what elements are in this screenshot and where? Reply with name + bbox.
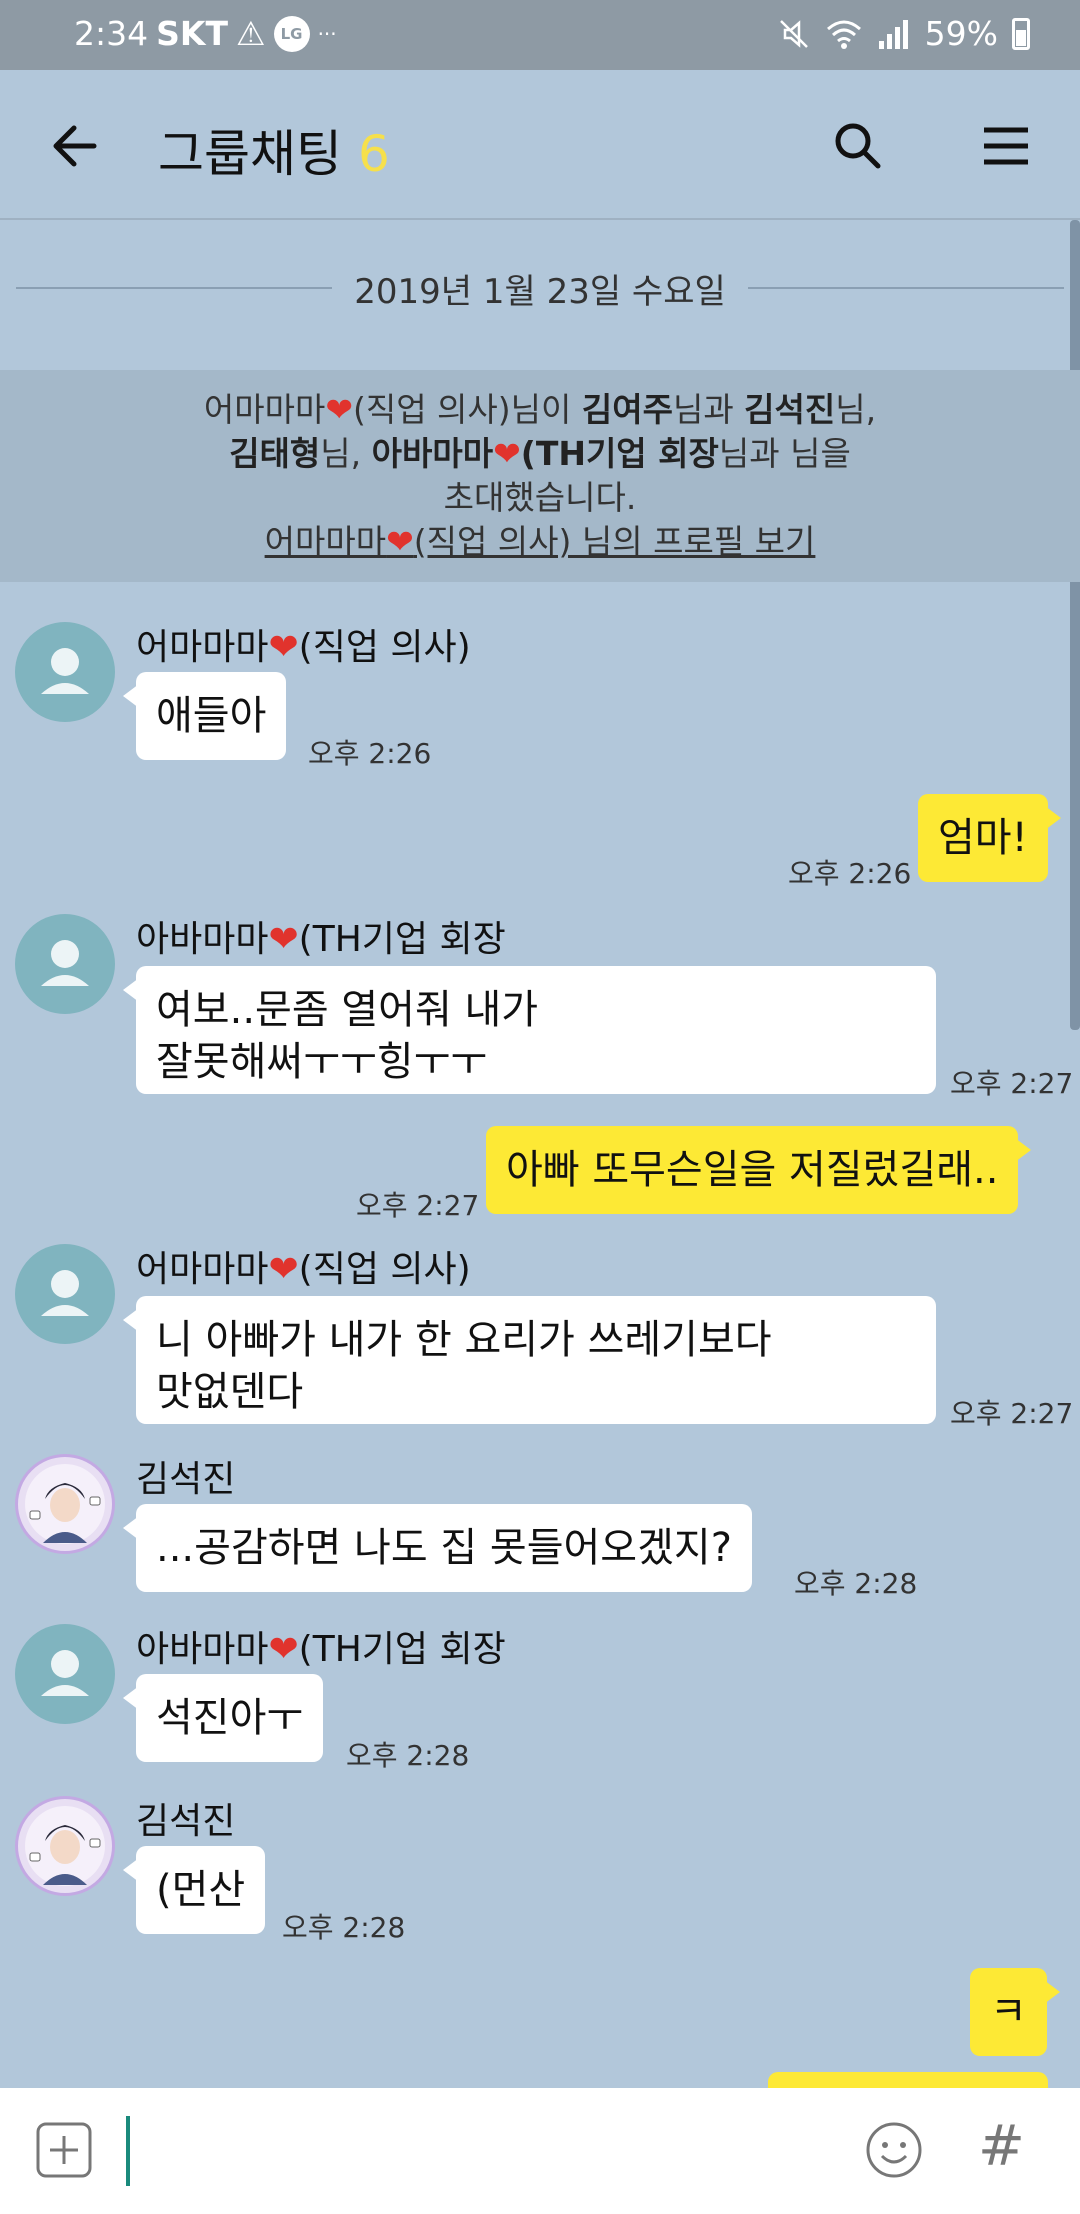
status-carrier: SKT [156, 14, 228, 53]
alert-icon: ⚠ [235, 14, 266, 53]
message-bubble[interactable]: 여보..문좀 열어줘 내가 잘못해써ㅜㅜ힝ㅜㅜ [123, 966, 936, 1094]
message-line: 맛없덴다 [156, 1369, 304, 1415]
plus-icon[interactable] [34, 2120, 94, 2180]
status-bar: 2:34 SKT ⚠ LG ··· 59% [0, 0, 1080, 70]
sender-name: 아바마마❤(TH기업 회장 [136, 919, 506, 960]
battery-icon [1012, 17, 1030, 50]
sender-name: 김석진 [136, 1801, 236, 1842]
date-label: 2019년 1월 23일 수요일 [354, 271, 726, 312]
scrollbar[interactable] [1070, 220, 1080, 1030]
message-time: 오후 2:28 [346, 1739, 470, 1772]
wifi-icon [826, 20, 861, 49]
chat-header: 그룹채팅 6 [0, 70, 1080, 220]
message-bubble[interactable]: ...공감하면 나도 집 못들어오겠지? [123, 1504, 752, 1592]
default-avatar-icon[interactable] [15, 622, 115, 722]
notice-text: 님과 님을 [718, 434, 851, 473]
heart-icon: ❤ [493, 434, 521, 473]
message-bubble[interactable]: 애들아 [122, 672, 287, 760]
default-avatar-icon[interactable] [15, 1624, 115, 1724]
message-time: 오후 2:28 [282, 1911, 406, 1944]
my-message-bubble[interactable]: 아빠 또무슨일을 저질렀길래.. [486, 1126, 1032, 1214]
more-notifications-icon: ··· [317, 21, 337, 46]
notice-line-2: 김태형님, 아바마마❤(TH기업 회장님과 님을 [0, 432, 1080, 476]
sender-name: 어마마마❤(직업 의사) [136, 1249, 471, 1290]
inviter-name: 어마마마 [203, 390, 326, 429]
emoji-icon[interactable] [862, 2118, 926, 2182]
link-text: 어마마마 [264, 522, 387, 561]
default-avatar-icon[interactable] [15, 914, 115, 1014]
message-line: 잘못해써ㅜㅜ힝ㅜㅜ [156, 1039, 488, 1085]
mute-icon [779, 19, 808, 48]
status-time: 2:34 [74, 14, 149, 53]
heart-icon: ❤ [268, 627, 299, 668]
sender-name: 아바마마❤(TH기업 회장 [136, 1629, 506, 1670]
hash-icon[interactable]: # [978, 2114, 1025, 2179]
invitee-name: 김태형 [229, 434, 321, 473]
text-cursor [126, 2116, 130, 2186]
message-time: 오후 2:28 [794, 1567, 918, 1600]
signal-icon [878, 19, 908, 49]
heart-icon: ❤ [325, 390, 353, 429]
message-input[interactable] [132, 2116, 832, 2186]
menu-icon[interactable] [974, 114, 1038, 178]
notice-line-1: 어마마마❤(직업 의사)님이 김여주님과 김석진님, [0, 388, 1080, 432]
heart-icon: ❤ [386, 522, 414, 561]
battery-percent: 59% [924, 14, 998, 53]
message-time: 오후 2:27 [950, 1397, 1074, 1430]
view-profile-link[interactable]: 어마마마❤(직업 의사) 님의 프로필 보기 [0, 520, 1080, 564]
sender-name: 어마마마❤(직업 의사) [136, 627, 471, 668]
divider-line [16, 287, 333, 289]
chat-title-text: 그룹채팅 [158, 125, 342, 183]
invitee-name: 김석진 [744, 390, 836, 429]
notice-text: 님, [835, 390, 877, 429]
message-time: 오후 2:26 [788, 857, 912, 890]
input-bar: # [0, 2088, 1080, 2214]
link-text: (직업 의사) 님의 프로필 보기 [413, 522, 816, 561]
my-message-bubble[interactable]: 엄마! [918, 794, 1061, 882]
sender-name: 김석진 [136, 1459, 236, 1500]
back-arrow-icon[interactable] [44, 114, 108, 178]
profile-photo-icon[interactable] [15, 1796, 115, 1896]
chat-title: 그룹채팅 6 [158, 114, 390, 186]
invitee-name: 김여주 [581, 390, 673, 429]
message-line: 니 아빠가 내가 한 요리가 쓰레기보다 [156, 1317, 772, 1363]
heart-icon: ❤ [268, 919, 299, 960]
heart-icon: ❤ [268, 1249, 299, 1290]
date-divider: 2019년 1월 23일 수요일 [16, 264, 1064, 312]
message-bubble[interactable]: 석진아ㅜ [122, 1674, 324, 1762]
notice-text: 님, [320, 434, 372, 473]
invitee-name: (TH기업 회장 [520, 434, 719, 473]
search-icon[interactable] [826, 114, 890, 178]
system-notice: 어마마마❤(직업 의사)님이 김여주님과 김석진님, 김태형님, 아바마마❤(T… [0, 370, 1080, 582]
message-bubble[interactable]: 니 아빠가 내가 한 요리가 쓰레기보다 맛없덴다 [123, 1296, 936, 1424]
profile-photo-icon[interactable] [15, 1454, 115, 1554]
notice-text: 님과 [672, 390, 745, 429]
my-message-bubble[interactable]: ㅋ [970, 1968, 1060, 2056]
message-time: 오후 2:26 [308, 737, 432, 770]
notice-text: (직업 의사)님이 [352, 390, 582, 429]
message-time: 오후 2:27 [356, 1189, 480, 1222]
member-count: 6 [358, 125, 390, 183]
lg-badge-icon: LG [273, 15, 310, 52]
heart-icon: ❤ [268, 1629, 299, 1670]
divider-line [747, 287, 1064, 289]
default-avatar-icon[interactable] [15, 1244, 115, 1344]
notice-line-3: 초대했습니다. [443, 478, 637, 517]
message-bubble[interactable]: (먼산 [122, 1846, 266, 1934]
message-line: 여보..문좀 열어줘 내가 [156, 987, 539, 1033]
message-time: 오후 2:27 [950, 1067, 1074, 1100]
invitee-name: 아바마마 [371, 434, 494, 473]
